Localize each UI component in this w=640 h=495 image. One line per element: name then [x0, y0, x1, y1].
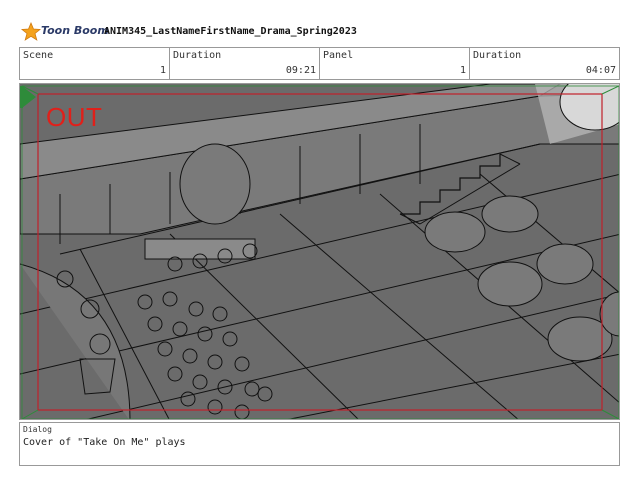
panel-value: 1 [459, 65, 466, 76]
panel-duration-cell: Duration 04:07 [470, 48, 619, 79]
scene-value: 1 [159, 65, 166, 76]
scene-cell: Scene 1 [20, 48, 170, 79]
out-transition-label: OUT [46, 102, 103, 132]
info-table: Scene 1 Duration 09:21 Panel 1 Duration … [19, 47, 620, 80]
panel-label: Panel [323, 50, 354, 61]
dialog-text: Cover of "Take On Me" plays [23, 437, 186, 448]
brand-name: Toon Boom [41, 24, 109, 37]
panel-duration-label: Duration [473, 50, 522, 61]
camera-out-arrow-icon [20, 86, 36, 108]
dialog-label: Dialog [23, 425, 52, 434]
scene-label: Scene [23, 50, 54, 61]
panel-duration-value: 04:07 [585, 65, 616, 76]
scene-duration-label: Duration [173, 50, 222, 61]
project-title: ANIM345_LastNameFirstName_Drama_Spring20… [104, 26, 357, 37]
storyboard-sketch [20, 84, 619, 419]
dialog-box: Dialog Cover of "Take On Me" plays [19, 422, 620, 466]
toon-boom-star-icon [20, 21, 42, 41]
scene-duration-cell: Duration 09:21 [170, 48, 320, 79]
scene-duration-value: 09:21 [285, 65, 316, 76]
panel-cell: Panel 1 [320, 48, 470, 79]
storyboard-panel: OUT [19, 83, 620, 420]
header: Toon Boom ANIM345_LastNameFirstName_Dram… [20, 21, 620, 42]
